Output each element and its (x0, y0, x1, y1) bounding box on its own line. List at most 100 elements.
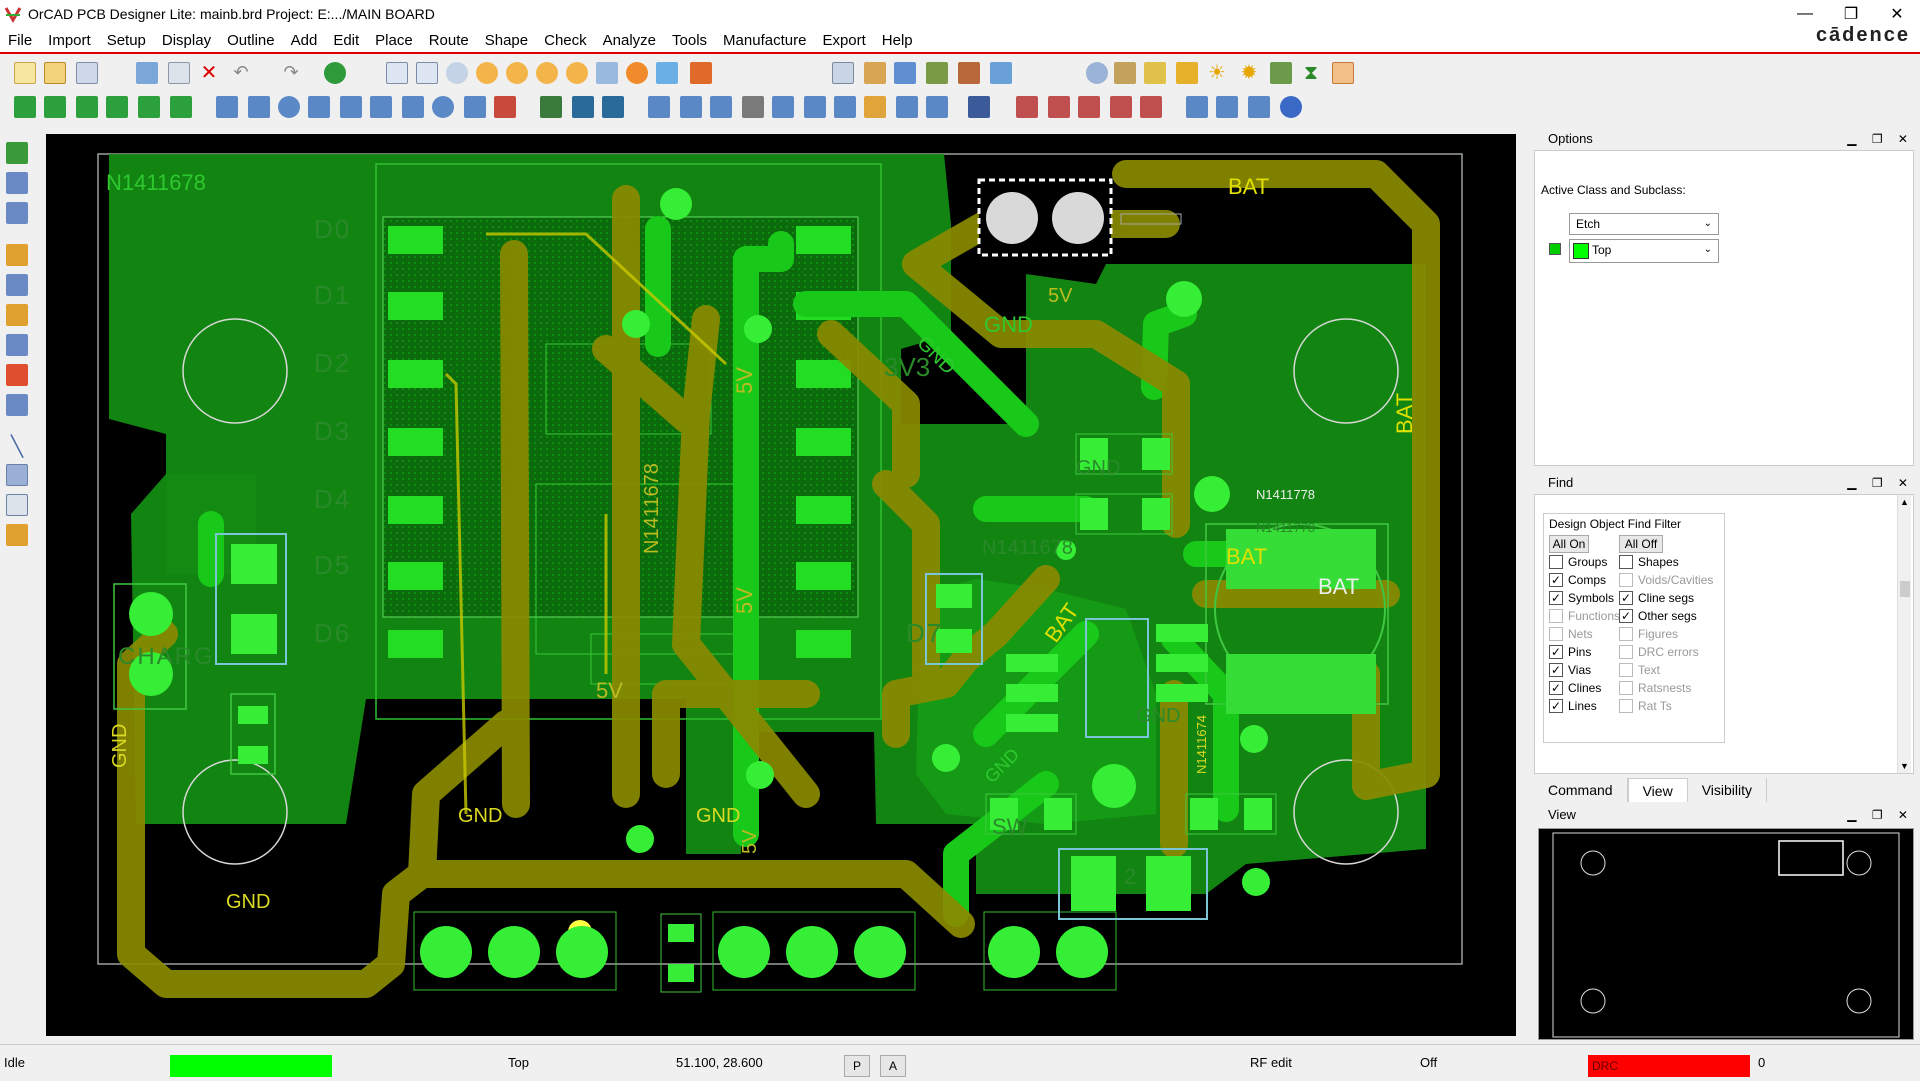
add-line-icon[interactable] (6, 244, 28, 266)
find-scrollbar[interactable]: ▲ ▼ (1897, 495, 1911, 773)
all-off-button[interactable]: All Off (1619, 535, 1663, 553)
shadow-mode-icon[interactable] (926, 62, 948, 84)
redraw-icon[interactable] (626, 62, 648, 84)
menu-outline[interactable]: Outline (219, 32, 283, 49)
subclass-select[interactable]: Top ⌄ (1569, 239, 1719, 263)
menu-shape[interactable]: Shape (477, 32, 536, 49)
camera-icon[interactable] (742, 96, 764, 118)
highlight-icon[interactable] (958, 62, 980, 84)
menu-import[interactable]: Import (40, 32, 99, 49)
new-file-icon[interactable] (14, 62, 36, 84)
menu-place[interactable]: Place (367, 32, 421, 49)
label-icon[interactable] (804, 96, 826, 118)
property-edit-icon[interactable] (1144, 62, 1166, 84)
checkbox-icon[interactable]: ✓ (1549, 645, 1563, 659)
drc-indicator[interactable]: DRC (1588, 1055, 1750, 1077)
scroll-up-icon[interactable]: ▲ (1900, 497, 1909, 507)
delete-icon[interactable]: ✕ (198, 62, 220, 84)
shape-select-icon[interactable] (464, 96, 486, 118)
add-text-icon[interactable] (1016, 96, 1038, 118)
world-view-map[interactable] (1538, 828, 1914, 1040)
help-icon[interactable] (1280, 96, 1302, 118)
find-filter-vias[interactable]: ✓ Vias (1549, 663, 1591, 677)
menu-analyze[interactable]: Analyze (595, 32, 664, 49)
shape-add-icon[interactable] (402, 96, 424, 118)
db-doctor-icon[interactable] (1270, 62, 1292, 84)
swap-icon[interactable] (834, 96, 856, 118)
find-filter-comps[interactable]: ✓ Comps (1549, 573, 1606, 587)
panel-controls[interactable]: ▁ ❐ ✕ (1847, 128, 1914, 150)
layer-visibility-icon[interactable] (894, 62, 916, 84)
checkbox-icon[interactable]: ✓ (1549, 573, 1563, 587)
shape-side-icon[interactable] (6, 394, 28, 416)
menu-help[interactable]: Help (874, 32, 921, 49)
drc-update-icon[interactable]: ✹ (1238, 62, 1260, 84)
tab-view[interactable]: View (1627, 778, 1688, 802)
add-text-side-icon[interactable] (6, 494, 28, 516)
tab-visibility[interactable]: Visibility (1688, 778, 1767, 802)
spread-icon[interactable] (710, 96, 732, 118)
menu-edit[interactable]: Edit (325, 32, 367, 49)
absolute-button[interactable]: A (880, 1055, 906, 1077)
layer-inner1-icon[interactable] (76, 96, 98, 118)
subclass-color-indicator[interactable] (1549, 243, 1561, 255)
panel-controls[interactable]: ▁ ❐ ✕ (1847, 472, 1914, 494)
slide-trace-icon[interactable] (6, 304, 28, 326)
draw-line-icon[interactable]: ╲ (6, 434, 28, 458)
all-on-button[interactable]: All On (1549, 535, 1589, 553)
edit-text-icon[interactable] (1048, 96, 1070, 118)
show-measure-icon[interactable] (1114, 62, 1136, 84)
menu-tools[interactable]: Tools (664, 32, 715, 49)
menu-add[interactable]: Add (283, 32, 326, 49)
layer-inner4-icon[interactable] (170, 96, 192, 118)
open-folder-icon[interactable] (44, 62, 66, 84)
quick-place-icon[interactable] (6, 202, 28, 224)
text-delete-icon[interactable] (1140, 96, 1162, 118)
checkbox-icon[interactable]: ✓ (1549, 663, 1563, 677)
pick-button[interactable]: P (844, 1055, 870, 1077)
place-part-icon[interactable] (6, 142, 28, 164)
grid-toggle-icon[interactable] (832, 62, 854, 84)
color-icon[interactable] (864, 62, 886, 84)
show-element-icon[interactable] (1086, 62, 1108, 84)
text-move-icon[interactable] (1078, 96, 1100, 118)
checkbox-icon[interactable] (1549, 555, 1563, 569)
add-connect-icon[interactable] (216, 96, 238, 118)
zoom-points-icon[interactable] (446, 62, 468, 84)
layer-bottom-icon[interactable] (44, 96, 66, 118)
delay-tune-side-icon[interactable] (6, 364, 28, 386)
edit-text-side-icon[interactable] (6, 524, 28, 546)
zoom-world-icon[interactable] (566, 62, 588, 84)
grid-snap-icon[interactable] (416, 62, 438, 84)
checkbox-icon[interactable]: ✓ (1549, 591, 1563, 605)
draw-rect-icon[interactable] (6, 464, 28, 486)
add-circle-icon[interactable] (278, 96, 300, 118)
flip-design-icon[interactable] (690, 62, 712, 84)
scroll-thumb[interactable] (1900, 581, 1910, 597)
zoom-fit-icon[interactable] (476, 62, 498, 84)
shape-circle-icon[interactable] (432, 96, 454, 118)
place-manual-icon[interactable] (540, 96, 562, 118)
find-filter-lines[interactable]: ✓ Lines (1549, 699, 1597, 713)
reports-icon[interactable] (1176, 62, 1198, 84)
find-filter-shapes[interactable]: Shapes (1619, 555, 1679, 569)
custom-smooth-icon[interactable] (308, 96, 330, 118)
layer-inner2-icon[interactable] (106, 96, 128, 118)
slide-icon[interactable] (248, 96, 270, 118)
replicate-icon[interactable] (896, 96, 918, 118)
redo-icon[interactable]: ↷ (280, 62, 302, 84)
menu-display[interactable]: Display (154, 32, 219, 49)
delay-tune-icon[interactable] (370, 96, 392, 118)
mail-icon[interactable] (1216, 96, 1238, 118)
pcb-canvas[interactable]: N1411678 D0 D1 D2 D3 D4 D5 D6 D7 BAT BAT… (46, 134, 1516, 1036)
find-filter-groups[interactable]: Groups (1549, 555, 1607, 569)
text-change-icon[interactable] (1110, 96, 1132, 118)
find-filter-pins[interactable]: ✓ Pins (1549, 645, 1591, 659)
message-icon[interactable] (1248, 96, 1270, 118)
find-filter-other-segs[interactable]: ✓ Other segs (1619, 609, 1697, 623)
matrix-icon[interactable] (926, 96, 948, 118)
layer-inner3-icon[interactable] (138, 96, 160, 118)
copy-icon[interactable] (168, 62, 190, 84)
assign-color-icon[interactable] (990, 62, 1012, 84)
place-by-name-icon[interactable] (6, 172, 28, 194)
